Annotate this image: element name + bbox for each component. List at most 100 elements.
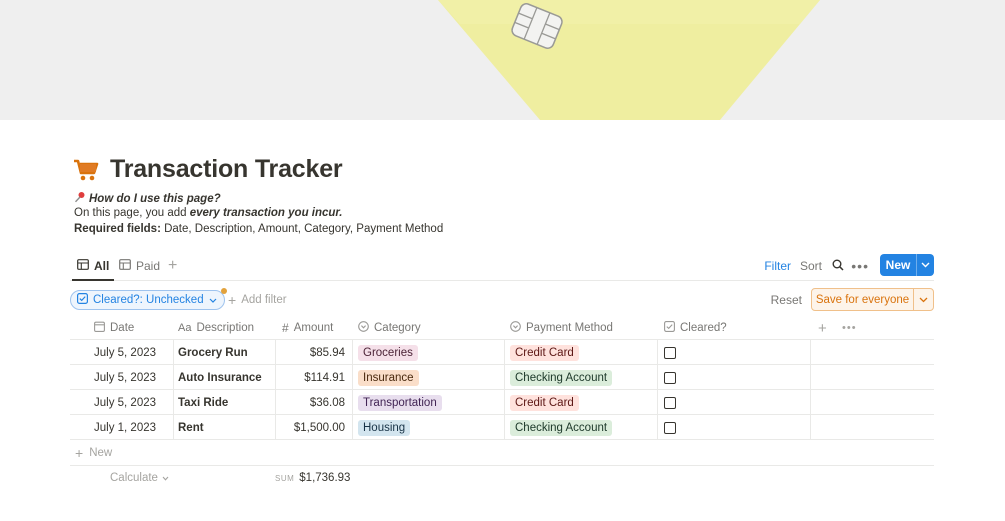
column-header-payment-method[interactable]: Payment Method	[510, 316, 613, 340]
help-line: How do I use this page?	[74, 191, 221, 206]
payment-method-cell[interactable]: Checking Account	[510, 365, 613, 390]
save-for-everyone-button[interactable]: Save for everyone	[811, 288, 934, 311]
cleared-checkbox[interactable]	[664, 371, 676, 384]
cleared-checkbox[interactable]	[664, 421, 676, 434]
column-header-category[interactable]: Category	[358, 316, 421, 340]
reset-button[interactable]: Reset	[771, 290, 802, 310]
table-header-row: Date Aa Description # Amount Category Pa…	[70, 316, 934, 340]
category-tag: Groceries	[358, 344, 418, 361]
amount-cell[interactable]: $1,500.00	[275, 415, 345, 440]
date-cell[interactable]: July 5, 2023	[94, 340, 156, 365]
filter-chip-cleared[interactable]: Cleared?: Unchecked	[70, 288, 227, 310]
chevron-down-icon[interactable]	[917, 262, 934, 268]
cell-divider	[173, 365, 174, 389]
description-cell[interactable]: Auto Insurance	[178, 365, 262, 390]
add-row-button[interactable]: + New	[70, 440, 934, 466]
add-column-button[interactable]: +	[818, 316, 827, 340]
search-button[interactable]	[832, 252, 844, 280]
date-cell[interactable]: July 5, 2023	[94, 365, 156, 390]
plus-icon: +	[228, 292, 237, 308]
ellipsis-icon: •••	[842, 322, 857, 334]
tab-paid-label: Paid	[136, 259, 161, 273]
plus-icon: +	[75, 444, 84, 461]
description-cell[interactable]: Rent	[178, 415, 204, 440]
amount-sum[interactable]: SUM $1,736.93	[275, 466, 350, 490]
filter-button[interactable]: Filter	[764, 252, 791, 280]
cell-divider	[657, 390, 658, 414]
tab-paid[interactable]: Paid	[114, 252, 165, 280]
cell-divider	[657, 340, 658, 364]
category-cell[interactable]: Groceries	[358, 340, 418, 365]
page-header: Transaction Tracker	[72, 155, 343, 184]
column-header-amount[interactable]: # Amount	[282, 316, 333, 340]
view-toolbar: All Paid + Filter Sort ••• New	[70, 252, 934, 281]
table-row[interactable]: July 5, 2023 Grocery Run $85.94 Groceries Cr…	[70, 340, 934, 365]
column-header-date[interactable]: Date	[94, 316, 134, 340]
category-cell[interactable]: Housing	[358, 415, 411, 440]
cell-divider	[352, 340, 353, 364]
cleared-cell[interactable]	[664, 415, 676, 440]
cell-divider	[504, 365, 505, 389]
new-button[interactable]: New	[880, 254, 934, 276]
cell-divider	[810, 365, 811, 389]
cleared-checkbox[interactable]	[664, 346, 676, 359]
date-cell[interactable]: July 5, 2023	[94, 390, 156, 415]
add-filter-label: Add filter	[241, 294, 287, 306]
column-options-button[interactable]: •••	[842, 316, 857, 340]
credit-card-illustration	[0, 0, 1005, 120]
amount-cell[interactable]: $36.08	[275, 390, 345, 415]
required-fields-line: Required fields: Date, Description, Amou…	[74, 223, 443, 235]
column-header-description[interactable]: Aa Description	[178, 316, 254, 340]
table-row[interactable]: July 5, 2023 Auto Insurance $114.91 Insuran…	[70, 365, 934, 390]
cleared-checkbox[interactable]	[664, 396, 676, 409]
cell-divider	[810, 340, 811, 364]
amount-cell[interactable]: $114.91	[275, 365, 345, 390]
calendar-icon	[94, 321, 105, 335]
category-cell[interactable]: Insurance	[358, 365, 419, 390]
description-cell[interactable]: Grocery Run	[178, 340, 248, 365]
save-button-label: Save for everyone	[815, 293, 910, 306]
new-row-cell: + New	[75, 440, 112, 465]
column-header-cleared[interactable]: Cleared?	[664, 316, 727, 340]
pushpin-icon	[74, 191, 86, 206]
unsaved-indicator-dot	[220, 288, 227, 294]
column-label-amount: Amount	[293, 322, 334, 334]
help-question: How do I use this page?	[89, 192, 221, 205]
required-fields-label: Required fields:	[74, 223, 161, 235]
category-tag: Transportation	[358, 394, 442, 411]
calculation-row: Calculate SUM $1,736.93	[70, 466, 934, 490]
checkbox-icon	[77, 293, 89, 307]
add-filter-button[interactable]: + Add filter	[228, 290, 287, 310]
cell-divider	[504, 390, 505, 414]
payment-method-cell[interactable]: Checking Account	[510, 415, 613, 440]
search-icon	[832, 259, 844, 274]
chevron-down-icon[interactable]	[914, 297, 933, 303]
plus-icon: +	[168, 257, 178, 274]
more-options-button[interactable]: •••	[851, 252, 869, 280]
table-row[interactable]: July 1, 2023 Rent $1,500.00 Housing Checking…	[70, 415, 934, 440]
cleared-cell[interactable]	[664, 340, 676, 365]
cleared-cell[interactable]	[664, 365, 676, 390]
amount-cell[interactable]: $85.94	[275, 340, 345, 365]
calculate-label: Calculate	[110, 472, 158, 484]
table-row[interactable]: July 5, 2023 Taxi Ride $36.08 Transportatio…	[70, 390, 934, 415]
sort-button[interactable]: Sort	[800, 252, 822, 280]
tab-all[interactable]: All	[72, 252, 115, 281]
payment-method-cell[interactable]: Credit Card	[510, 390, 579, 415]
ellipsis-icon: •••	[851, 258, 869, 274]
calculate-button[interactable]: Calculate	[110, 466, 169, 490]
description-cell[interactable]: Taxi Ride	[178, 390, 228, 415]
date-cell[interactable]: July 1, 2023	[94, 415, 156, 440]
instructions-line: On this page, you add every transaction …	[74, 207, 342, 219]
column-label-description: Description	[196, 322, 254, 334]
cleared-cell[interactable]	[664, 390, 676, 415]
add-view-button[interactable]: +	[163, 252, 182, 280]
new-row-label: New	[89, 446, 113, 459]
sum-label: SUM	[275, 473, 295, 483]
number-type-icon: #	[282, 321, 289, 335]
cell-divider	[810, 390, 811, 414]
category-cell[interactable]: Transportation	[358, 390, 442, 415]
payment-method-cell[interactable]: Credit Card	[510, 340, 579, 365]
shopping-cart-icon	[72, 156, 100, 184]
checkbox-icon	[664, 321, 675, 335]
